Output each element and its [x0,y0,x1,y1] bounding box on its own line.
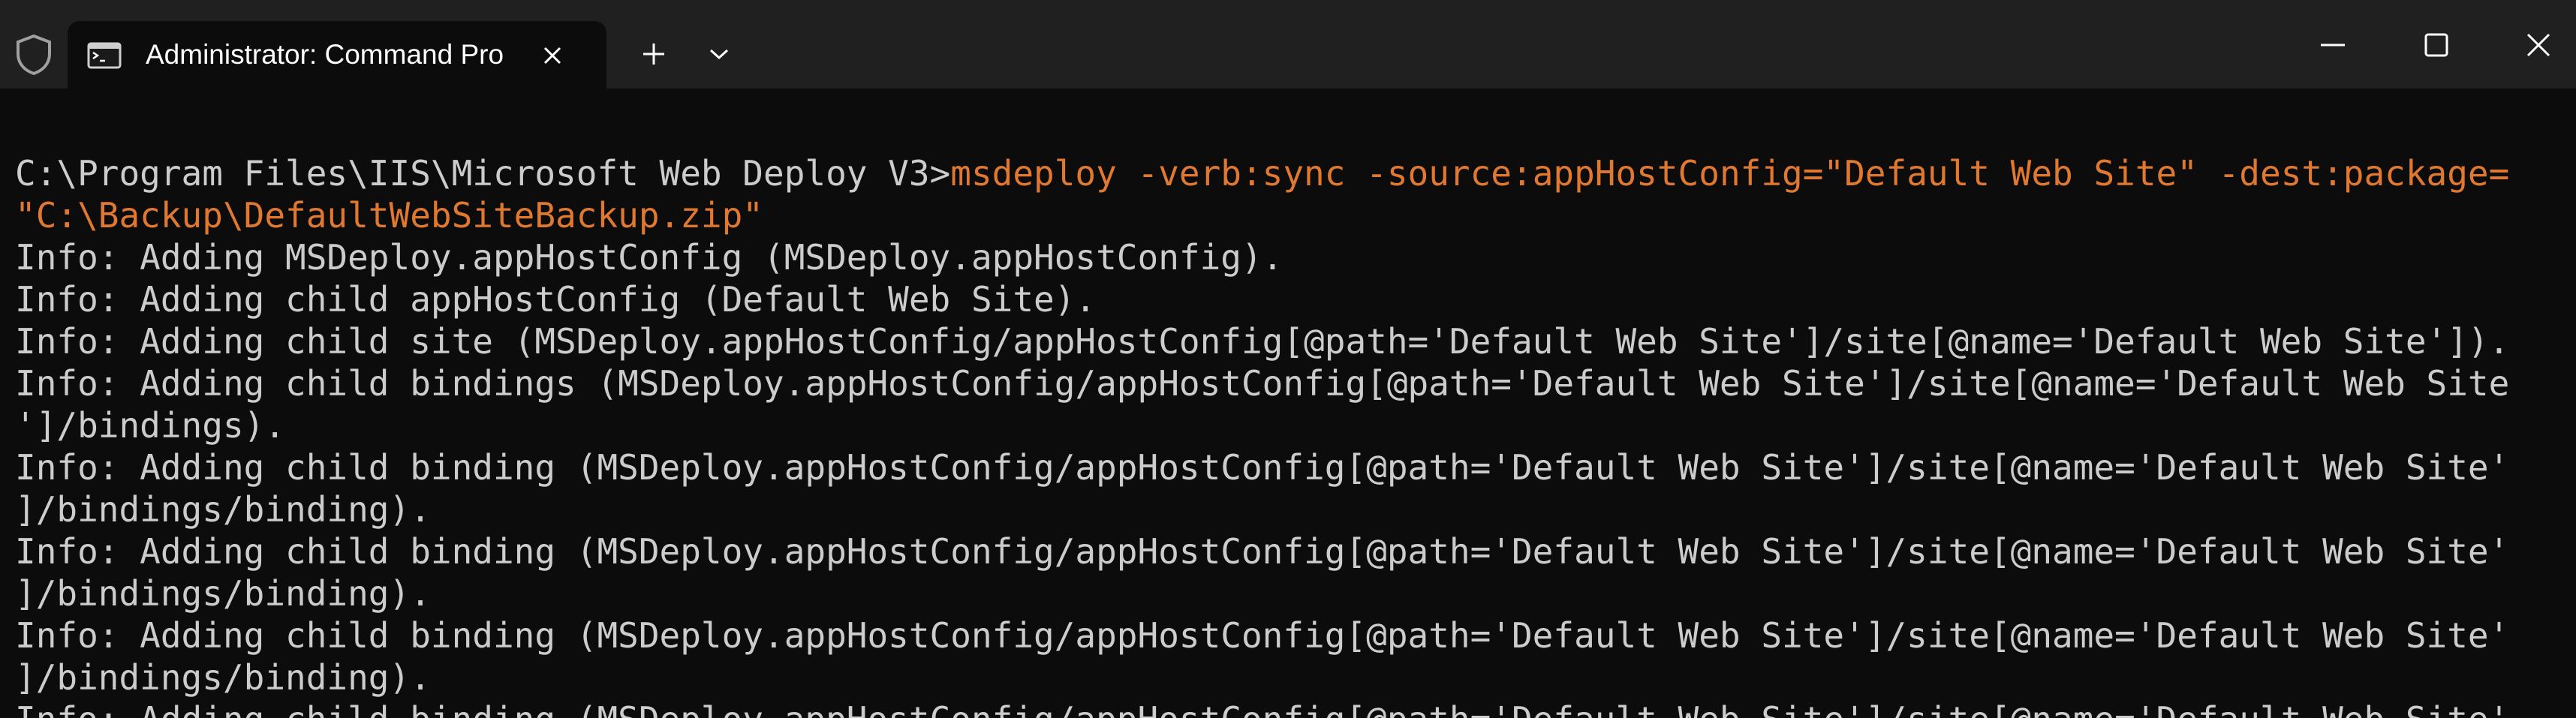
maximize-icon[interactable] [2391,14,2481,77]
command-prompt-icon [87,42,122,69]
prompt-line: C:\Program Files\IIS\Microsoft Web Deplo… [15,152,2509,194]
close-tab-icon[interactable] [531,35,573,77]
terminal-output[interactable]: C:\Program Files\IIS\Microsoft Web Deplo… [0,89,2576,718]
title-bar[interactable]: Administrator: Command Pro [0,0,2576,89]
command-text: msdeploy -verb:sync -source:appHostConfi… [950,153,2510,194]
minimize-icon[interactable] [2288,14,2378,77]
close-icon[interactable] [2493,14,2576,77]
output-line: ]/bindings/binding). [15,573,431,614]
output-line: Info: Adding child binding (MSDeploy.app… [15,698,2509,718]
tab-title: Administrator: Command Pro [146,39,504,70]
output-line: Info: Adding child bindings (MSDeploy.ap… [15,363,2510,404]
output-line: Info: Adding child binding (MSDeploy.app… [15,615,2510,656]
output-line: ']/bindings). [15,405,286,446]
output-line: Info: Adding child site (MSDeploy.appHos… [15,321,2510,362]
output-line: Info: Adding child appHostConfig (Defaul… [15,279,1097,320]
command-continuation: "C:\Backup\DefaultWebSiteBackup.zip" [15,195,763,236]
output-line: Info: Adding MSDeploy.appHostConfig (MSD… [15,237,1283,278]
tab-command-prompt[interactable]: Administrator: Command Pro [68,21,606,89]
output-line: ]/bindings/binding). [15,489,431,530]
output-line: ]/bindings/binding). [15,657,431,698]
plus-icon[interactable] [630,33,677,75]
prompt-path: C:\Program Files\IIS\Microsoft Web Deplo… [15,153,951,194]
chevron-down-icon[interactable] [698,33,740,75]
shield-icon [14,33,54,77]
terminal-lines: C:\Program Files\IIS\Microsoft Web Deplo… [15,152,2509,718]
output-line: Info: Adding child binding (MSDeploy.app… [15,531,2510,572]
output-line: Info: Adding child binding (MSDeploy.app… [15,447,2510,488]
terminal-window: Administrator: Command Pro C:\Program Fi… [0,0,2576,718]
